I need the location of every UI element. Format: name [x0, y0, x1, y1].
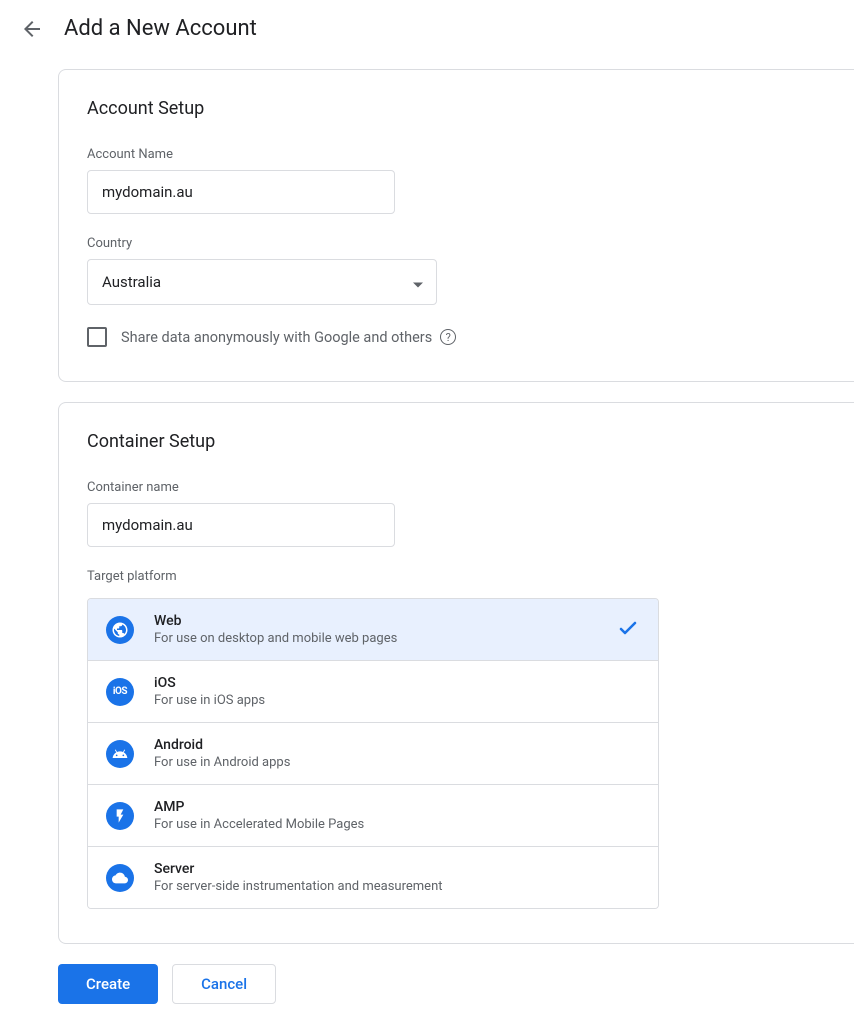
- platform-option-ios[interactable]: iOS iOS For use in iOS apps: [88, 661, 658, 723]
- platform-desc: For use in Android apps: [154, 755, 640, 770]
- platform-desc: For use on desktop and mobile web pages: [154, 631, 596, 646]
- platform-name: Web: [154, 613, 596, 629]
- platform-name: Server: [154, 861, 640, 877]
- share-data-checkbox[interactable]: [87, 327, 107, 347]
- target-platform-label: Target platform: [87, 569, 826, 584]
- container-name-label: Container name: [87, 480, 826, 495]
- web-icon: [106, 616, 134, 644]
- platform-option-android[interactable]: Android For use in Android apps: [88, 723, 658, 785]
- container-setup-title: Container Setup: [87, 431, 826, 452]
- platform-desc: For server-side instrumentation and meas…: [154, 879, 640, 894]
- account-name-input[interactable]: [87, 170, 395, 214]
- ios-icon: iOS: [106, 678, 134, 706]
- platform-desc: For use in Accelerated Mobile Pages: [154, 817, 640, 832]
- page-title: Add a New Account: [64, 16, 257, 41]
- back-arrow-icon[interactable]: [20, 17, 44, 41]
- platform-option-server[interactable]: Server For server-side instrumentation a…: [88, 847, 658, 908]
- cancel-button[interactable]: Cancel: [172, 964, 276, 1004]
- account-setup-title: Account Setup: [87, 98, 826, 119]
- share-data-label: Share data anonymously with Google and o…: [121, 329, 456, 346]
- platform-desc: For use in iOS apps: [154, 693, 640, 708]
- create-button[interactable]: Create: [58, 964, 158, 1004]
- help-icon[interactable]: ?: [440, 329, 456, 345]
- check-icon: [616, 616, 640, 644]
- platform-option-amp[interactable]: AMP For use in Accelerated Mobile Pages: [88, 785, 658, 847]
- platform-name: iOS: [154, 675, 640, 691]
- account-name-label: Account Name: [87, 147, 826, 162]
- platform-name: AMP: [154, 799, 640, 815]
- country-select[interactable]: Australia: [87, 259, 437, 305]
- platform-option-web[interactable]: Web For use on desktop and mobile web pa…: [88, 599, 658, 661]
- platform-name: Android: [154, 737, 640, 753]
- android-icon: [106, 740, 134, 768]
- account-setup-card: Account Setup Account Name Country Austr…: [58, 69, 854, 382]
- container-name-input[interactable]: [87, 503, 395, 547]
- server-icon: [106, 864, 134, 892]
- country-label: Country: [87, 236, 826, 251]
- amp-icon: [106, 802, 134, 830]
- container-setup-card: Container Setup Container name Target pl…: [58, 402, 854, 944]
- platform-list: Web For use on desktop and mobile web pa…: [87, 598, 659, 909]
